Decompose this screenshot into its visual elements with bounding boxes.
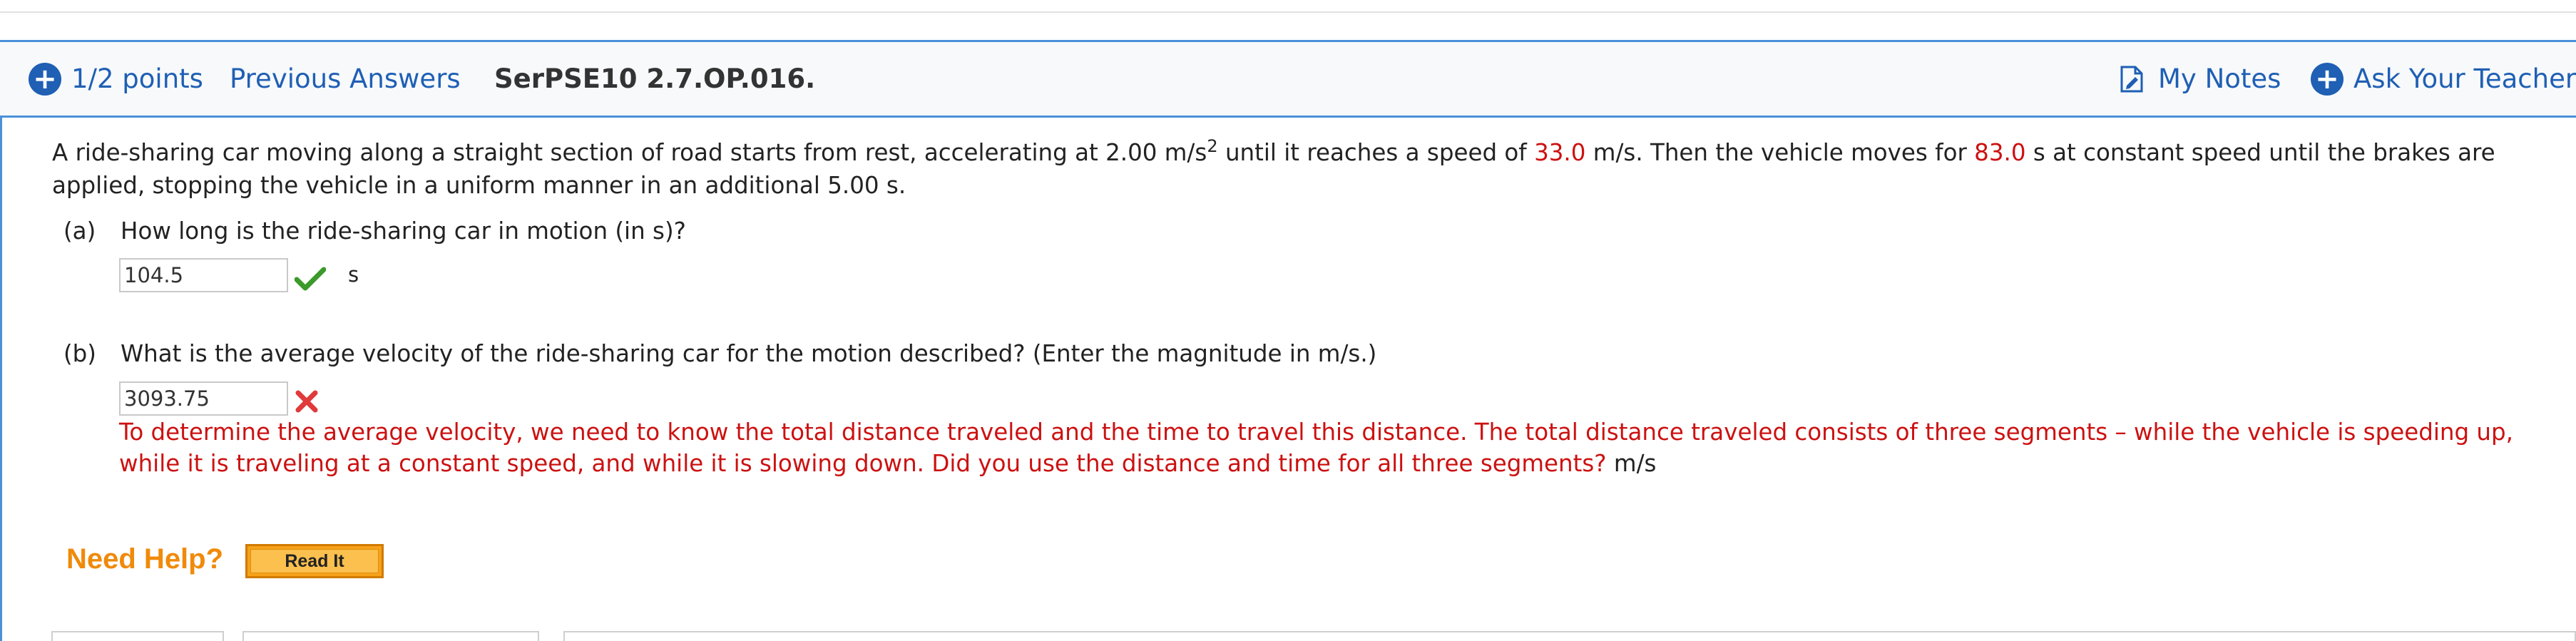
previous-answers-link[interactable]: Previous Answers bbox=[230, 42, 461, 116]
part-b-answer-value: 3093.75 bbox=[124, 386, 210, 411]
part-b-unit: m/s bbox=[1613, 450, 1657, 477]
problem-code-text: SerPSE10 2.7.OP.016. bbox=[494, 63, 816, 94]
duration-value: 83.0 bbox=[1974, 138, 2026, 166]
ask-teacher-button[interactable]: + Ask Your Teacher bbox=[2311, 42, 2576, 116]
ask-teacher-label: Ask Your Teacher bbox=[2353, 63, 2576, 94]
bottom-panel-fragment bbox=[563, 631, 2576, 641]
my-notes-label: My Notes bbox=[2158, 63, 2281, 94]
read-it-button[interactable]: Read It bbox=[245, 544, 384, 578]
part-a-unit: s bbox=[348, 262, 359, 287]
my-notes-button[interactable]: My Notes bbox=[2120, 42, 2281, 116]
part-a-question-text: How long is the ride-sharing car in moti… bbox=[121, 217, 686, 245]
question-left-border bbox=[0, 118, 2, 641]
part-b-question-text: What is the average velocity of the ride… bbox=[121, 340, 1377, 367]
problem-text-2: until it reaches a speed of bbox=[1217, 138, 1535, 166]
speed-value: 33.0 bbox=[1534, 138, 1586, 166]
part-a-answer-value: 104.5 bbox=[124, 263, 184, 287]
part-b-feedback-text: To determine the average velocity, we ne… bbox=[119, 419, 2513, 477]
top-divider bbox=[0, 11, 2576, 13]
plus-circle-icon: + bbox=[29, 62, 61, 96]
read-it-label: Read It bbox=[250, 549, 379, 573]
part-a-answer-input[interactable]: 104.5 bbox=[119, 258, 288, 292]
checkmark-icon bbox=[295, 267, 326, 291]
x-mark-icon bbox=[295, 390, 318, 413]
part-b-label: (b) bbox=[63, 340, 96, 367]
part-b-feedback: To determine the average velocity, we ne… bbox=[119, 416, 2558, 479]
notes-icon bbox=[2120, 66, 2143, 92]
plus-circle-icon: + bbox=[2311, 62, 2344, 96]
part-b-question: (b) What is the average velocity of the r… bbox=[63, 340, 1376, 367]
problem-text-1: A ride-sharing car moving along a straig… bbox=[52, 138, 1207, 166]
points-link[interactable]: + 1/2 points bbox=[29, 42, 203, 116]
points-label: 1/2 points bbox=[71, 63, 203, 94]
part-a-label: (a) bbox=[63, 217, 96, 245]
question-header: + 1/2 points Previous Answers SerPSE10 2… bbox=[0, 40, 2576, 118]
bottom-button-fragment bbox=[242, 631, 539, 641]
need-help-label: Need Help? bbox=[66, 543, 224, 575]
bottom-button-fragment bbox=[51, 631, 224, 641]
part-b-answer-input[interactable]: 3093.75 bbox=[119, 381, 288, 416]
previous-answers-label: Previous Answers bbox=[230, 63, 461, 94]
exponent: 2 bbox=[1207, 136, 1218, 156]
problem-code: SerPSE10 2.7.OP.016. bbox=[494, 42, 815, 116]
problem-text-3: m/s. Then the vehicle moves for bbox=[1585, 138, 1975, 166]
problem-statement: A ride-sharing car moving along a straig… bbox=[52, 130, 2534, 202]
part-a-question: (a) How long is the ride-sharing car in m… bbox=[63, 217, 686, 245]
